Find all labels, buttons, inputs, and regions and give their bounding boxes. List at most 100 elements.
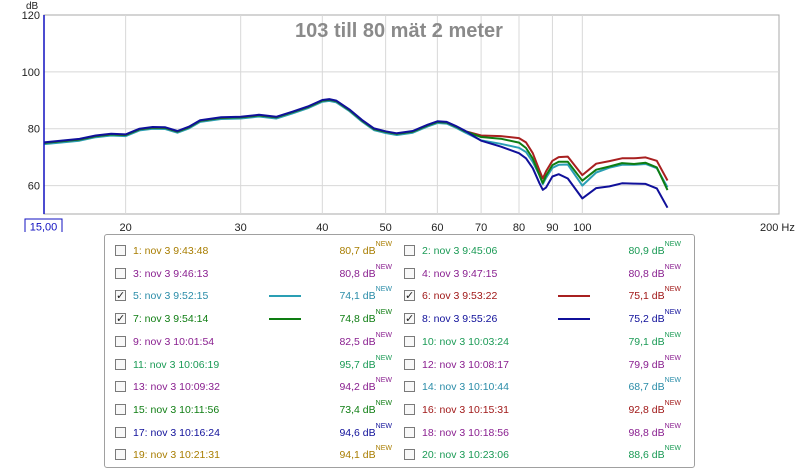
new-badge: NEW	[664, 377, 681, 385]
legend-item[interactable]: 3: nov 3 9:46:13 80,8 dBNEW	[115, 263, 405, 283]
legend-item[interactable]: 14: nov 3 10:10:44 68,7 dBNEW	[404, 377, 694, 396]
legend-item[interactable]: 10: nov 3 10:03:24 79,1 dBNEW	[404, 331, 694, 351]
x-tick-label: 20	[120, 222, 132, 232]
legend-value: 79,1 dBNEW	[628, 331, 681, 348]
x-tick-label: 100	[573, 222, 591, 232]
legend-value: 80,7 dBNEW	[339, 241, 392, 257]
legend-checkbox[interactable]	[115, 381, 126, 393]
frequency-response-chart[interactable]: 103 till 80 mät 2 meter dB 6080100120 20…	[0, 0, 800, 232]
legend-value: 73,4 dBNEW	[339, 399, 392, 416]
plot-area[interactable]	[43, 14, 780, 215]
legend-checkbox[interactable]	[115, 426, 126, 438]
legend-item[interactable]: 20: nov 3 10:23:06 88,6 dBNEW	[404, 445, 694, 464]
legend-label: 20: nov 3 10:23:06	[422, 449, 509, 462]
legend-checkbox[interactable]	[115, 245, 126, 256]
legend-label: 7: nov 3 9:54:14	[133, 313, 209, 326]
legend-item[interactable]: 2: nov 3 9:45:06 80,9 dBNEW	[404, 241, 694, 260]
legend-label: 13: nov 3 10:09:32	[133, 381, 220, 394]
legend-item[interactable]: 15: nov 3 10:11:56 73,4 dBNEW	[115, 399, 405, 419]
legend-checkbox[interactable]	[115, 287, 126, 305]
legend-checkbox[interactable]	[404, 287, 415, 305]
legend-label: 18: nov 3 10:18:56	[422, 426, 509, 439]
legend-line-swatch	[269, 295, 301, 298]
legend-item[interactable]: 5: nov 3 9:52:15 74,1 dBNEW	[115, 286, 405, 305]
x-tick-label: 40	[316, 222, 328, 232]
legend-value: 79,9 dBNEW	[628, 354, 681, 371]
legend-value: 75,2 dBNEW	[628, 309, 681, 326]
x-start-value: 15,00	[30, 222, 58, 233]
legend-item[interactable]: 9: nov 3 10:01:54 82,5 dBNEW	[115, 331, 405, 351]
legend-label: 17: nov 3 10:16:24	[133, 426, 220, 439]
x-tick-label: 200 Hz	[760, 222, 795, 232]
legend-label: 4: nov 3 9:47:15	[422, 267, 498, 280]
legend-checkbox[interactable]	[404, 267, 415, 279]
legend-item[interactable]: 16: nov 3 10:15:31 92,8 dBNEW	[404, 399, 694, 419]
legend-line-swatch	[558, 295, 590, 298]
legend-checkbox[interactable]	[404, 449, 415, 461]
new-badge: NEW	[664, 422, 681, 430]
legend-value: 94,6 dBNEW	[339, 422, 392, 439]
new-badge: NEW	[375, 354, 392, 362]
legend-item[interactable]: 4: nov 3 9:47:15 80,8 dBNEW	[404, 264, 694, 283]
y-tick-label: 60	[28, 181, 40, 193]
legend-label: 3: nov 3 9:46:13	[133, 267, 209, 280]
legend-item[interactable]: 7: nov 3 9:54:14 74,8 dBNEW	[115, 309, 405, 328]
legend-checkbox[interactable]	[404, 245, 415, 256]
legend-item[interactable]: 18: nov 3 10:18:56 98,8 dBNEW	[404, 422, 694, 442]
legend-item[interactable]: 1: nov 3 9:43:48 80,7 dBNEW	[115, 241, 405, 260]
legend-label: 16: nov 3 10:15:31	[422, 403, 509, 416]
legend-value: 98,8 dBNEW	[628, 422, 681, 439]
legend-item[interactable]: 13: nov 3 10:09:32 94,2 dBNEW	[115, 377, 405, 396]
y-tick-label: 100	[22, 67, 40, 79]
legend-item[interactable]: 17: nov 3 10:16:24 94,6 dBNEW	[115, 422, 405, 442]
legend-checkbox[interactable]	[404, 310, 415, 328]
x-tick-label: 30	[235, 222, 247, 232]
new-badge: NEW	[664, 354, 681, 362]
legend-value: 74,1 dBNEW	[339, 286, 392, 303]
legend-value: 88,6 dBNEW	[628, 445, 681, 462]
legend-checkbox[interactable]	[115, 310, 126, 328]
legend-checkbox[interactable]	[404, 381, 415, 393]
legend-checkbox[interactable]	[115, 358, 126, 370]
new-badge: NEW	[664, 286, 681, 294]
legend-value: 80,9 dBNEW	[628, 241, 681, 257]
legend-value: 82,5 dBNEW	[339, 331, 392, 348]
legend-item[interactable]: 12: nov 3 10:08:17 79,9 dBNEW	[404, 354, 694, 374]
x-tick-label: 50	[380, 222, 392, 232]
y-tick-label: 80	[28, 124, 40, 136]
legend-item[interactable]: 11: nov 3 10:06:19 95,7 dBNEW	[115, 354, 405, 374]
legend-checkbox[interactable]	[115, 403, 126, 415]
new-badge: NEW	[375, 445, 392, 453]
legend-item[interactable]: 6: nov 3 9:53:22 75,1 dBNEW	[404, 286, 694, 305]
legend-checkbox[interactable]	[115, 449, 126, 461]
legend-label: 19: nov 3 10:21:31	[133, 449, 220, 462]
legend-checkbox[interactable]	[115, 267, 126, 279]
x-tick-label: 60	[431, 222, 443, 232]
new-badge: NEW	[375, 263, 392, 271]
legend-label: 15: nov 3 10:11:56	[133, 403, 220, 416]
legend-checkbox[interactable]	[404, 358, 415, 370]
legend-label: 6: nov 3 9:53:22	[422, 290, 498, 303]
legend-label: 12: nov 3 10:08:17	[422, 358, 509, 371]
new-badge: NEW	[375, 286, 392, 294]
x-tick-label: 70	[475, 222, 487, 232]
legend-checkbox[interactable]	[404, 335, 415, 347]
new-badge: NEW	[664, 399, 681, 407]
legend-value: 94,1 dBNEW	[339, 445, 392, 462]
legend-item[interactable]: 8: nov 3 9:55:26 75,2 dBNEW	[404, 309, 694, 328]
legend-value: 94,2 dBNEW	[339, 377, 392, 394]
legend-checkbox[interactable]	[404, 426, 415, 438]
legend-checkbox[interactable]	[115, 335, 126, 347]
legend-line-swatch	[269, 318, 301, 321]
legend-label: 2: nov 3 9:45:06	[422, 245, 498, 257]
new-badge: NEW	[375, 241, 392, 248]
legend-value: 95,7 dBNEW	[339, 354, 392, 371]
legend-value: 92,8 dBNEW	[628, 399, 681, 416]
legend-checkbox[interactable]	[404, 403, 415, 415]
legend-item[interactable]: 19: nov 3 10:21:31 94,1 dBNEW	[115, 445, 405, 464]
new-badge: NEW	[664, 241, 681, 248]
new-badge: NEW	[375, 399, 392, 407]
legend-label: 14: nov 3 10:10:44	[422, 381, 509, 394]
new-badge: NEW	[664, 331, 681, 339]
legend-line-swatch	[558, 318, 590, 321]
